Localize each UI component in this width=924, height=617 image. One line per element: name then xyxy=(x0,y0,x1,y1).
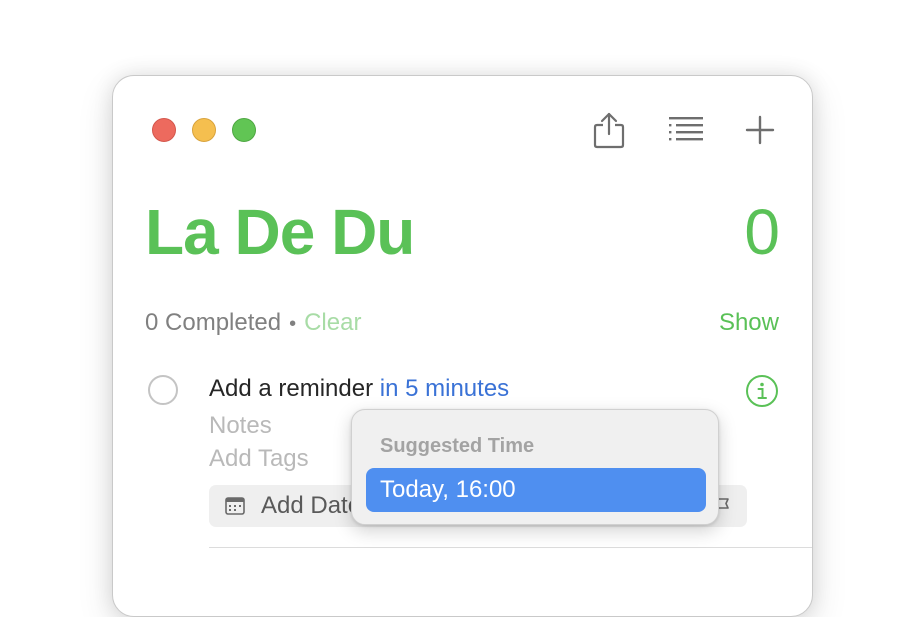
clear-completed-link[interactable]: Clear xyxy=(304,309,361,336)
suggested-time-option[interactable]: Today, 16:00 xyxy=(366,468,706,512)
reminder-divider xyxy=(209,547,812,548)
calendar-icon xyxy=(225,497,245,515)
share-icon xyxy=(593,112,625,149)
suggested-time-label: Today, 16:00 xyxy=(380,476,516,503)
list-title: La De Du xyxy=(145,196,415,268)
info-icon xyxy=(746,375,778,407)
popup-heading: Suggested Time xyxy=(380,435,535,457)
show-completed-link[interactable]: Show xyxy=(719,308,779,338)
close-window-button[interactable] xyxy=(152,118,176,142)
completed-count: 0 Completed xyxy=(145,309,282,336)
plus-icon xyxy=(745,115,775,145)
reminder-title-input[interactable]: Add a reminder in 5 minutes xyxy=(209,374,509,404)
list-format-button[interactable] xyxy=(666,110,706,150)
notes-field[interactable]: Notes xyxy=(209,411,272,441)
reminder-count: 0 xyxy=(744,196,780,268)
add-reminder-button[interactable] xyxy=(740,110,780,150)
zoom-window-button[interactable] xyxy=(232,118,256,142)
add-date-label: Add Date xyxy=(261,492,362,519)
reminder-info-button[interactable] xyxy=(745,374,779,408)
reminder-title-text: Add a reminder xyxy=(209,375,374,402)
natural-language-time-token[interactable]: in 5 minutes xyxy=(380,375,509,402)
list-format-icon xyxy=(669,117,703,141)
reminders-window: La De Du 0 0 Completed • Clear Show Add a … xyxy=(112,75,813,617)
tags-field[interactable]: Add Tags xyxy=(209,444,309,474)
minimize-window-button[interactable] xyxy=(192,118,216,142)
completed-summary: 0 Completed • Clear xyxy=(145,308,361,339)
suggested-time-popup: Suggested Time Today, 16:00 xyxy=(351,409,719,525)
share-button[interactable] xyxy=(589,110,629,150)
reminder-complete-checkbox[interactable] xyxy=(148,375,178,405)
separator-dot: • xyxy=(289,313,297,335)
